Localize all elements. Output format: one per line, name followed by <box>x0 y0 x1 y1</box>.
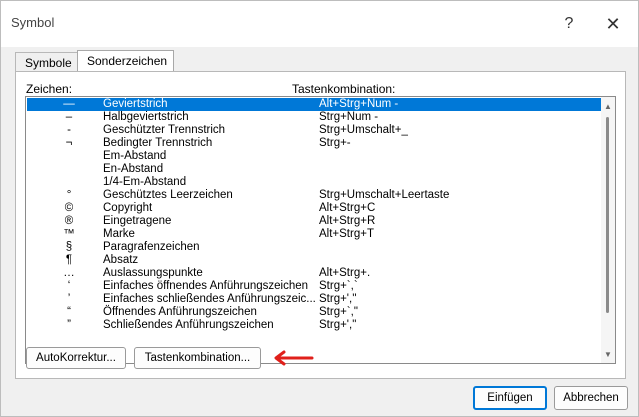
char-cell: § <box>65 241 73 253</box>
tab-symbole[interactable]: Symbole <box>15 52 78 72</box>
shortcut-cell: Strg+`,` <box>319 280 358 292</box>
list-row[interactable]: “ Öffnendes Anführungszeichen Strg+`," <box>27 306 601 319</box>
shortcut-cell: Strg+Umschalt+Leertaste <box>319 189 450 201</box>
char-cell: “ <box>67 306 71 318</box>
header-zeichen: Zeichen: <box>26 82 73 96</box>
shortcut-cell: Alt+Strg+T <box>319 228 374 240</box>
name-cell: Halbgeviertstrich <box>103 111 189 123</box>
name-cell: Einfaches öffnendes Anführungszeichen <box>103 280 309 292</box>
shortcut-cell: Strg+`," <box>319 306 358 318</box>
char-cell: – <box>65 111 73 123</box>
list-row[interactable]: § Paragrafenzeichen <box>27 241 601 254</box>
shortcut-cell: Alt+Strg+R <box>319 215 376 227</box>
shortcut-cell: Alt+Strg+C <box>319 202 376 214</box>
title-bar: Symbol ? ✕ <box>1 1 638 47</box>
header-tastenkombination: Tastenkombination: <box>292 82 396 96</box>
list-row[interactable]: ™ Marke Alt+Strg+T <box>27 228 601 241</box>
char-cell: ” <box>67 319 71 331</box>
list-row[interactable]: – Halbgeviertstrich Strg+Num - <box>27 111 601 124</box>
char-cell: ¶ <box>65 254 73 266</box>
tab-sonderzeichen[interactable]: Sonderzeichen <box>77 50 174 73</box>
list-row[interactable]: ° Geschütztes Leerzeichen Strg+Umschalt+Le… <box>27 189 601 202</box>
special-characters-list[interactable]: — Geviertstrich Alt+Strg+Num - – Halbgeviert… <box>25 96 616 364</box>
list-row[interactable]: ® Eingetragene Alt+Strg+R <box>27 215 601 228</box>
shortcut-cell: Strg+- <box>319 137 351 149</box>
list-row[interactable]: ¶ Absatz <box>27 254 601 267</box>
name-cell: 1/4-Em-Abstand <box>103 176 187 188</box>
close-button[interactable]: ✕ <box>595 9 631 39</box>
char-cell: - <box>67 124 71 136</box>
char-cell: ¬ <box>65 137 73 149</box>
tastenkombination-button[interactable]: Tastenkombination... <box>134 347 261 369</box>
vertical-scrollbar[interactable]: ▲ ▼ <box>601 97 615 363</box>
name-cell: Geschütztes Leerzeichen <box>103 189 233 201</box>
name-cell: Schließendes Anführungszeichen <box>103 319 274 331</box>
list-row[interactable]: En-Abstand <box>27 163 601 176</box>
red-arrow-icon <box>274 350 314 366</box>
shortcut-cell: Strg+Num - <box>319 111 379 123</box>
sonderzeichen-panel: Zeichen: Tastenkombination: — Geviertstri… <box>15 71 626 379</box>
name-cell: Geviertstrich <box>103 98 168 110</box>
list-row[interactable]: … Auslassungspunkte Alt+Strg+. <box>27 267 601 280</box>
window-title: Symbol <box>11 15 55 30</box>
list-row[interactable]: ” Schließendes Anführungszeichen Strg+'," <box>27 319 601 332</box>
name-cell: En-Abstand <box>103 163 164 175</box>
char-cell: ’ <box>67 293 71 305</box>
shortcut-cell: Strg+Umschalt+_ <box>319 124 408 136</box>
symbol-dialog: Symbol ? ✕ Symbole Sonderzeichen Zeichen… <box>0 0 639 417</box>
name-cell: Em-Abstand <box>103 150 167 162</box>
name-cell: Marke <box>103 228 135 240</box>
char-cell: — <box>63 98 75 110</box>
char-cell: ° <box>66 189 72 201</box>
list-row[interactable]: ‘ Einfaches öffnendes Anführungszeichen St… <box>27 280 601 293</box>
name-cell: Eingetragene <box>103 215 172 227</box>
scroll-thumb[interactable] <box>606 117 609 313</box>
list-row[interactable]: 1/4-Em-Abstand <box>27 176 601 189</box>
char-cell: © <box>64 202 74 214</box>
autokorrektur-button[interactable]: AutoKorrektur... <box>26 347 126 369</box>
list-row[interactable]: - Geschützter Trennstrich Strg+Umschalt+_ <box>27 124 601 137</box>
shortcut-cell: Alt+Strg+. <box>319 267 371 279</box>
abbrechen-button[interactable]: Abbrechen <box>554 386 628 410</box>
shortcut-cell: Alt+Strg+Num - <box>319 98 399 110</box>
name-cell: Öffnendes Anführungszeichen <box>103 306 257 318</box>
help-button[interactable]: ? <box>551 9 587 39</box>
char-cell: ® <box>64 215 74 227</box>
name-cell: Auslassungspunkte <box>103 267 203 279</box>
einfuegen-button[interactable]: Einfügen <box>473 386 547 410</box>
scroll-down-icon[interactable]: ▼ <box>601 347 615 361</box>
scroll-up-icon[interactable]: ▲ <box>601 99 615 113</box>
list-row[interactable]: Em-Abstand <box>27 150 601 163</box>
list-row[interactable]: ¬ Bedingter Trennstrich Strg+- <box>27 137 601 150</box>
name-cell: Geschützter Trennstrich <box>103 124 226 136</box>
list-row[interactable]: — Geviertstrich Alt+Strg+Num - <box>27 98 601 111</box>
name-cell: Copyright <box>103 202 153 214</box>
name-cell: Einfaches schließendes Anführungszeic... <box>103 293 316 305</box>
char-cell: ‘ <box>67 280 71 292</box>
shortcut-cell: Strg+'," <box>319 319 357 331</box>
list-row[interactable]: © Copyright Alt+Strg+C <box>27 202 601 215</box>
name-cell: Bedingter Trennstrich <box>103 137 213 149</box>
char-cell: … <box>63 267 75 279</box>
name-cell: Absatz <box>103 254 139 266</box>
name-cell: Paragrafenzeichen <box>103 241 200 253</box>
list-row[interactable]: ’ Einfaches schließendes Anführungszeic..… <box>27 293 601 306</box>
shortcut-cell: Strg+','' <box>319 293 357 305</box>
char-cell: ™ <box>63 228 75 240</box>
